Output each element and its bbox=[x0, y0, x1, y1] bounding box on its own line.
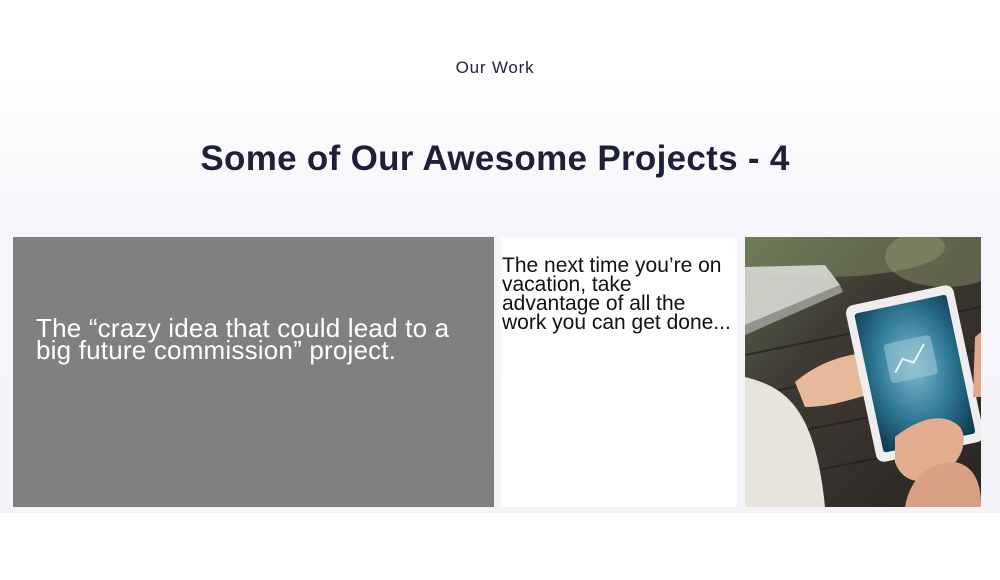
section-heading: Some of Our Awesome Projects - 4 bbox=[200, 139, 790, 178]
project-card-crazy-idea[interactable]: The “crazy idea that could lead to a big… bbox=[13, 237, 494, 507]
project-card-excerpt[interactable]: The next time you’re on vacation, take a… bbox=[502, 255, 732, 333]
section-eyebrow: Our Work bbox=[455, 58, 535, 77]
our-work-section: Our Work Some of Our Awesome Projects - … bbox=[0, 0, 1000, 513]
tablet-photo-image bbox=[745, 237, 981, 507]
project-card-title[interactable]: The “crazy idea that could lead to a big… bbox=[36, 315, 481, 363]
project-card-vacation[interactable]: The next time you’re on vacation, take a… bbox=[501, 237, 737, 507]
project-card-tablet-photo[interactable] bbox=[745, 237, 981, 507]
